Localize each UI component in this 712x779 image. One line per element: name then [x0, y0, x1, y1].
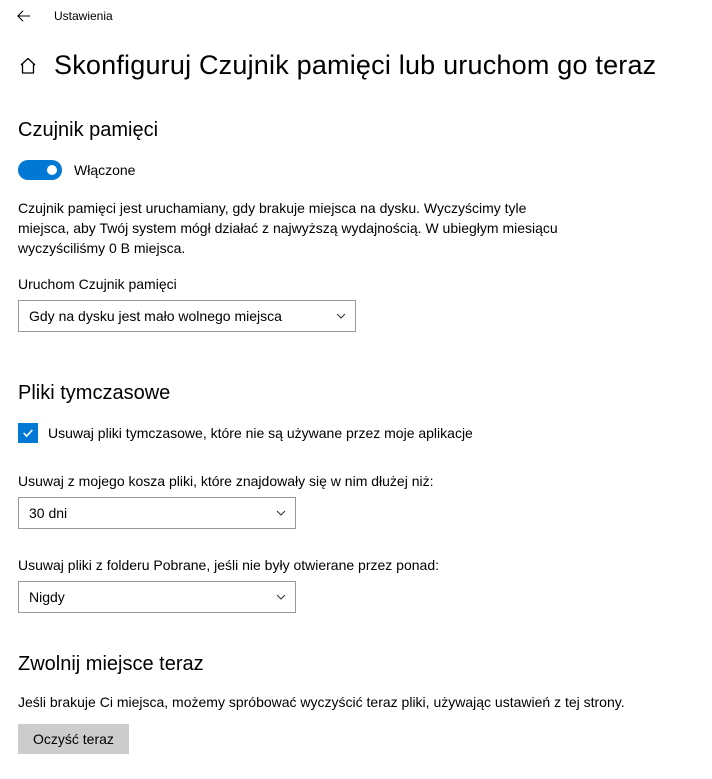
- chevron-down-icon: [335, 310, 347, 322]
- run-storage-sense-label: Uruchom Czujnik pamięci: [18, 276, 694, 292]
- temp-files-heading: Pliki tymczasowe: [18, 382, 694, 405]
- downloads-label: Usuwaj pliki z folderu Pobrane, jeśli ni…: [18, 557, 694, 573]
- dropdown-value: Nigdy: [29, 589, 65, 605]
- delete-temp-label: Usuwaj pliki tymczasowe, które nie są uż…: [48, 425, 473, 441]
- page-header: Skonfiguruj Czujnik pamięci lub uruchom …: [18, 50, 694, 81]
- chevron-down-icon: [275, 507, 287, 519]
- window-title: Ustawienia: [54, 9, 113, 23]
- storage-sense-description: Czujnik pamięci jest uruchamiany, gdy br…: [18, 198, 578, 258]
- recycle-bin-dropdown[interactable]: 30 dni: [18, 497, 296, 529]
- free-now-description: Jeśli brakuje Ci miejsca, możemy spróbow…: [18, 694, 694, 710]
- chevron-down-icon: [275, 591, 287, 603]
- titlebar: Ustawienia: [0, 0, 712, 32]
- toggle-label: Włączone: [74, 162, 135, 178]
- free-now-heading: Zwolnij miejsce teraz: [18, 653, 694, 676]
- delete-temp-checkbox[interactable]: [18, 423, 38, 443]
- page-title: Skonfiguruj Czujnik pamięci lub uruchom …: [54, 50, 656, 81]
- back-button[interactable]: [16, 8, 32, 24]
- storage-sense-heading: Czujnik pamięci: [18, 119, 694, 142]
- storage-sense-toggle[interactable]: [18, 160, 62, 180]
- toggle-knob: [47, 165, 57, 175]
- dropdown-value: 30 dni: [29, 505, 67, 521]
- arrow-left-icon: [17, 9, 31, 23]
- clean-now-button[interactable]: Oczyść teraz: [18, 724, 129, 754]
- home-button[interactable]: [18, 56, 38, 76]
- checkmark-icon: [21, 426, 35, 440]
- home-icon: [18, 56, 38, 76]
- recycle-bin-label: Usuwaj z mojego kosza pliki, które znajd…: [18, 473, 694, 489]
- dropdown-value: Gdy na dysku jest mało wolnego miejsca: [29, 308, 282, 324]
- downloads-dropdown[interactable]: Nigdy: [18, 581, 296, 613]
- button-label: Oczyść teraz: [33, 731, 114, 747]
- run-storage-sense-dropdown[interactable]: Gdy na dysku jest mało wolnego miejsca: [18, 300, 356, 332]
